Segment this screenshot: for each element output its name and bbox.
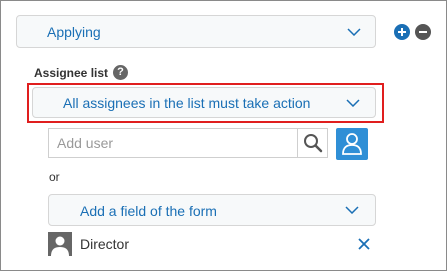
status-select-value: Applying <box>47 24 101 40</box>
add-user-input[interactable] <box>49 129 297 157</box>
remove-status-button[interactable] <box>415 24 431 40</box>
form-field-select-value: Add a field of the form <box>80 203 217 219</box>
user-picker-button[interactable] <box>336 128 368 160</box>
assignee-name: Director <box>80 236 130 252</box>
help-icon[interactable]: ? <box>113 65 128 80</box>
status-select[interactable]: Applying <box>16 15 376 48</box>
list-item: Director <box>48 232 378 256</box>
assignee-list-label: Assignee list <box>34 66 109 80</box>
assignee-mode-value: All assignees in the list must take acti… <box>63 95 311 111</box>
add-user-field <box>48 128 328 158</box>
form-field-select[interactable]: Add a field of the form <box>48 194 376 226</box>
chevron-down-icon <box>347 28 361 36</box>
chevron-down-icon <box>346 99 360 107</box>
user-icon <box>342 133 362 155</box>
user-icon <box>51 236 69 256</box>
close-icon[interactable] <box>357 237 371 251</box>
search-button[interactable] <box>297 129 327 157</box>
add-status-button[interactable] <box>394 24 410 40</box>
minus-icon <box>419 31 427 33</box>
assignee-mode-select[interactable]: All assignees in the list must take acti… <box>32 87 376 118</box>
plus-icon <box>398 28 406 36</box>
or-separator: or <box>49 170 60 184</box>
search-icon <box>303 134 322 153</box>
avatar <box>48 232 72 256</box>
chevron-down-icon <box>345 206 359 214</box>
